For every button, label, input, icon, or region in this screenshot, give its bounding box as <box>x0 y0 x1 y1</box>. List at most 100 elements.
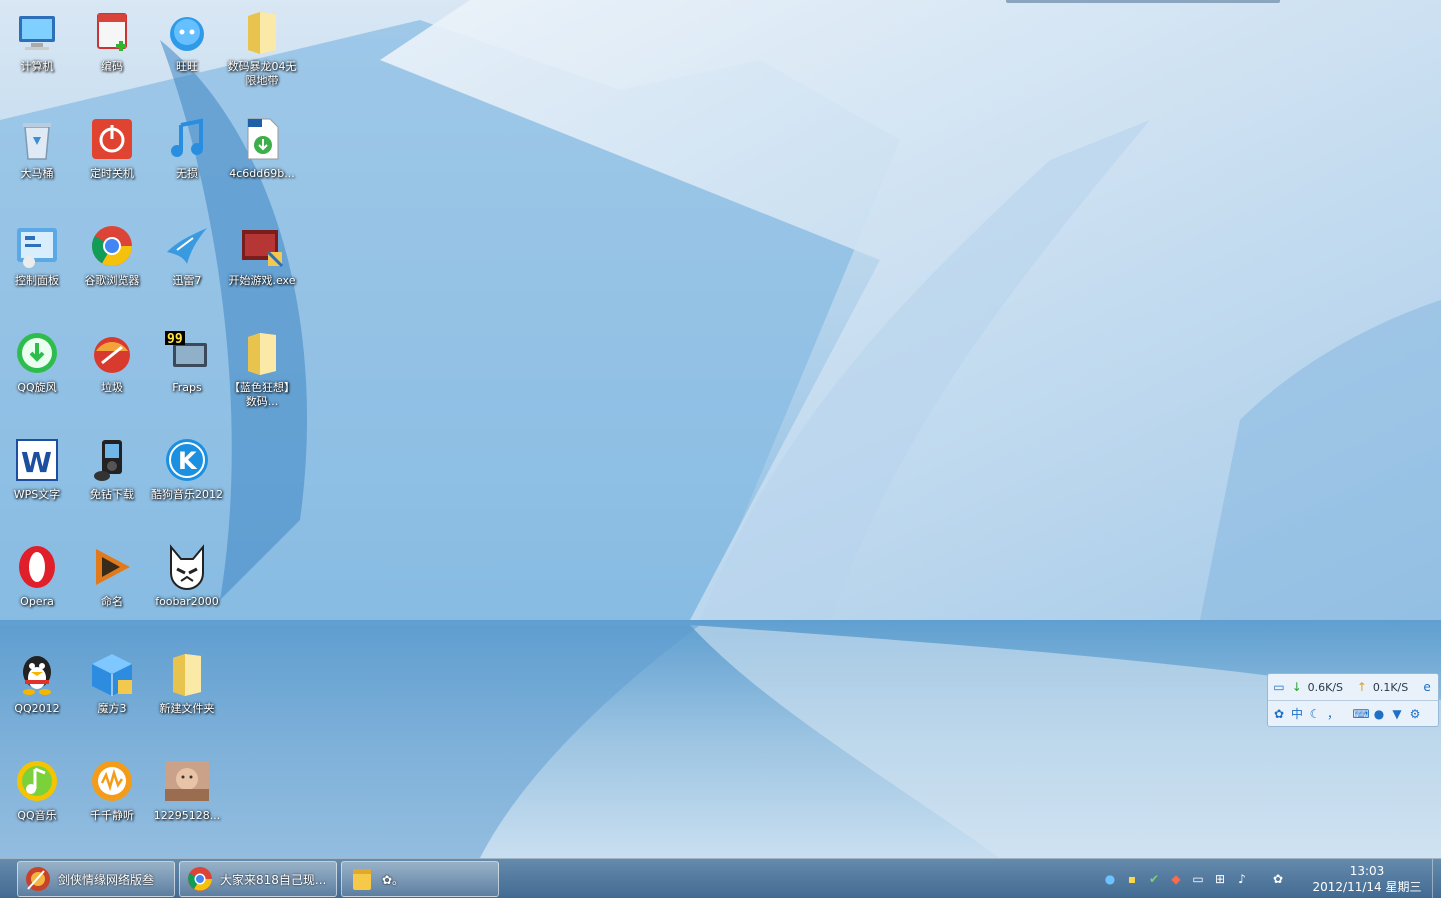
punctuation-mode[interactable]: ， <box>1326 707 1340 721</box>
ime-chinese-mode[interactable]: 中 <box>1290 707 1304 721</box>
sticky-note-icon <box>348 865 376 893</box>
thunder-icon <box>163 222 211 270</box>
game-exe-icon <box>238 222 286 270</box>
desktop-icon[interactable]: 数码暴龙04无限地带 <box>224 4 300 104</box>
monitor-icon: ▭ <box>1273 680 1285 694</box>
skin-icon[interactable]: ▼ <box>1390 707 1404 721</box>
recycle-bin-icon <box>13 115 61 163</box>
baidu-paw-icon[interactable]: ✿ <box>1272 707 1286 721</box>
upload-arrow-icon: ↑ <box>1356 680 1367 694</box>
network-tray-icon[interactable]: ⊞ <box>1212 871 1228 887</box>
desktop-icon-label: Opera <box>20 595 54 608</box>
desktop-icon-label: 数码暴龙04无限地带 <box>227 60 297 87</box>
power-icon <box>88 115 136 163</box>
desktop-icon[interactable]: 12295128... <box>149 753 225 853</box>
desktop-icon[interactable]: QQ音乐 <box>0 753 75 853</box>
desktop-icon[interactable]: 控制面板 <box>0 218 75 318</box>
desktop-icon-label: QQ音乐 <box>17 809 57 822</box>
control-panel-icon <box>13 222 61 270</box>
desktop-icon-label: 12295128... <box>153 809 221 822</box>
folder-icon <box>163 650 211 698</box>
volume-icon[interactable]: ♪ <box>1234 871 1250 887</box>
task-label: 大家来818自己现... <box>220 872 327 887</box>
download-arrow-icon: ↓ <box>1291 680 1302 694</box>
desktop-icon[interactable]: W WPS文字 <box>0 432 75 532</box>
security-tray-icon[interactable]: ✔ <box>1146 871 1162 887</box>
desktop-icon-label: 魔方3 <box>97 702 127 715</box>
task-jx3[interactable]: 剑侠情缘网络版叁 <box>17 861 175 897</box>
desktop-icon-label: 计算机 <box>20 60 54 73</box>
desktop-icon[interactable]: QQ旋风 <box>0 325 75 425</box>
upload-speed: 0.1K/S <box>1372 680 1409 694</box>
kugou-icon: K <box>163 436 211 484</box>
qq-tray-icon[interactable]: ◆ <box>1168 871 1184 887</box>
desktop-icon-label: Fraps <box>172 381 202 394</box>
desktop-icon[interactable]: 大马桶 <box>0 111 75 211</box>
desktop-icon[interactable]: 谷歌浏览器 <box>74 218 150 318</box>
clock-date: 2012/11/14 星期三 <box>1312 880 1422 894</box>
baidu-ime-tray-icon[interactable]: ✿ <box>1270 871 1286 887</box>
system-tray: ● ▪ ✔ ◆ ▭ ⊞ ♪ ✿ <box>1102 859 1286 898</box>
wangwang-tray-icon[interactable]: ● <box>1102 871 1118 887</box>
desktop-icon[interactable]: 【蓝色狂想】数码... <box>224 325 300 425</box>
svg-text:W: W <box>21 446 52 479</box>
svg-text:99: 99 <box>167 332 183 347</box>
speed-row: ▭ ↓ 0.6K/S ↑ 0.1K/S e <box>1268 674 1438 700</box>
desktop-icon[interactable]: QQ2012 <box>0 646 75 746</box>
desktop-icon[interactable]: 新建文件夹 <box>149 646 225 746</box>
desktop-icon-label: foobar2000 <box>155 595 219 608</box>
desktop-icon-label: 酷狗音乐2012 <box>151 488 223 501</box>
desktop-icon[interactable]: 4c6dd69b... <box>224 111 300 211</box>
download-speed: 0.6K/S <box>1307 680 1344 694</box>
desktop-icon[interactable]: 编码 <box>74 4 150 104</box>
desktop-icon-label: 控制面板 <box>15 274 59 287</box>
desktop-icon-label: QQ旋风 <box>17 381 57 394</box>
desktop-icon[interactable]: 定时关机 <box>74 111 150 211</box>
task-label: 剑侠情缘网络版叁 <box>58 872 155 887</box>
desktop-icon[interactable]: 旺旺 <box>149 4 225 104</box>
desktop-icon-label: 定时关机 <box>90 167 134 180</box>
clock[interactable]: 13:03 2012/11/14 星期三 <box>1306 863 1428 895</box>
desktop-icon-label: 开始游戏.exe <box>228 274 296 287</box>
desktop-icon[interactable]: K 酷狗音乐2012 <box>149 432 225 532</box>
folder-icon <box>238 8 286 56</box>
ie-icon[interactable]: e <box>1420 680 1434 694</box>
svg-text:K: K <box>178 447 198 475</box>
task-chrome[interactable]: 大家来818自己现... <box>179 861 337 897</box>
computer-icon <box>13 8 61 56</box>
desktop-icon-label: 千千静听 <box>90 809 134 822</box>
gear-icon[interactable]: ⚙ <box>1408 707 1422 721</box>
desktop-icon[interactable]: 命名 <box>74 539 150 639</box>
folder-icon <box>238 329 286 377</box>
desktop-icon[interactable]: 迅雷7 <box>149 218 225 318</box>
desktop-icon[interactable]: 免钻下载 <box>74 432 150 532</box>
window-edge <box>1006 0 1280 3</box>
fraps-tray-icon[interactable]: ▪ <box>1124 871 1140 887</box>
desktop-icon[interactable]: 魔方3 <box>74 646 150 746</box>
desktop-icon-label: 迅雷7 <box>172 274 202 287</box>
chrome-icon <box>186 865 214 893</box>
desktop-icon-label: QQ2012 <box>14 702 60 715</box>
desktop-icon[interactable]: 无损 <box>149 111 225 211</box>
desktop-icon[interactable]: foobar2000 <box>149 539 225 639</box>
desktop-icon[interactable]: 千千静听 <box>74 753 150 853</box>
desktop-icon[interactable]: Opera <box>0 539 75 639</box>
ttplayer-icon <box>88 757 136 805</box>
desktop-icon[interactable]: 垃圾 <box>74 325 150 425</box>
desktop-icon[interactable]: 开始游戏.exe <box>224 218 300 318</box>
user-icon[interactable]: ● <box>1372 707 1386 721</box>
torrent-file-icon <box>238 115 286 163</box>
music-note-icon <box>163 115 211 163</box>
task-sticky-note[interactable]: ✿。 <box>341 861 499 897</box>
photo-thumbnail-icon <box>163 757 211 805</box>
notepad-icon <box>88 8 136 56</box>
display-tray-icon[interactable]: ▭ <box>1190 871 1206 887</box>
play-icon <box>88 543 136 591</box>
desktop-icon-grid: 计算机 编码 旺旺 数码暴龙04无限地带大马桶 定时关机 无损 4c6dd69b... 控制面… <box>0 0 310 858</box>
keyboard-icon[interactable]: ⌨ <box>1352 707 1369 721</box>
net-speed-widget[interactable]: ▭ ↓ 0.6K/S ↑ 0.1K/S e ✿ 中 ☾ ， ⌨ ● ▼ ⚙ <box>1267 673 1439 727</box>
moon-icon[interactable]: ☾ <box>1308 707 1322 721</box>
show-desktop-button[interactable] <box>1432 859 1441 898</box>
desktop-icon[interactable]: 99 Fraps <box>149 325 225 425</box>
desktop-icon[interactable]: 计算机 <box>0 4 75 104</box>
